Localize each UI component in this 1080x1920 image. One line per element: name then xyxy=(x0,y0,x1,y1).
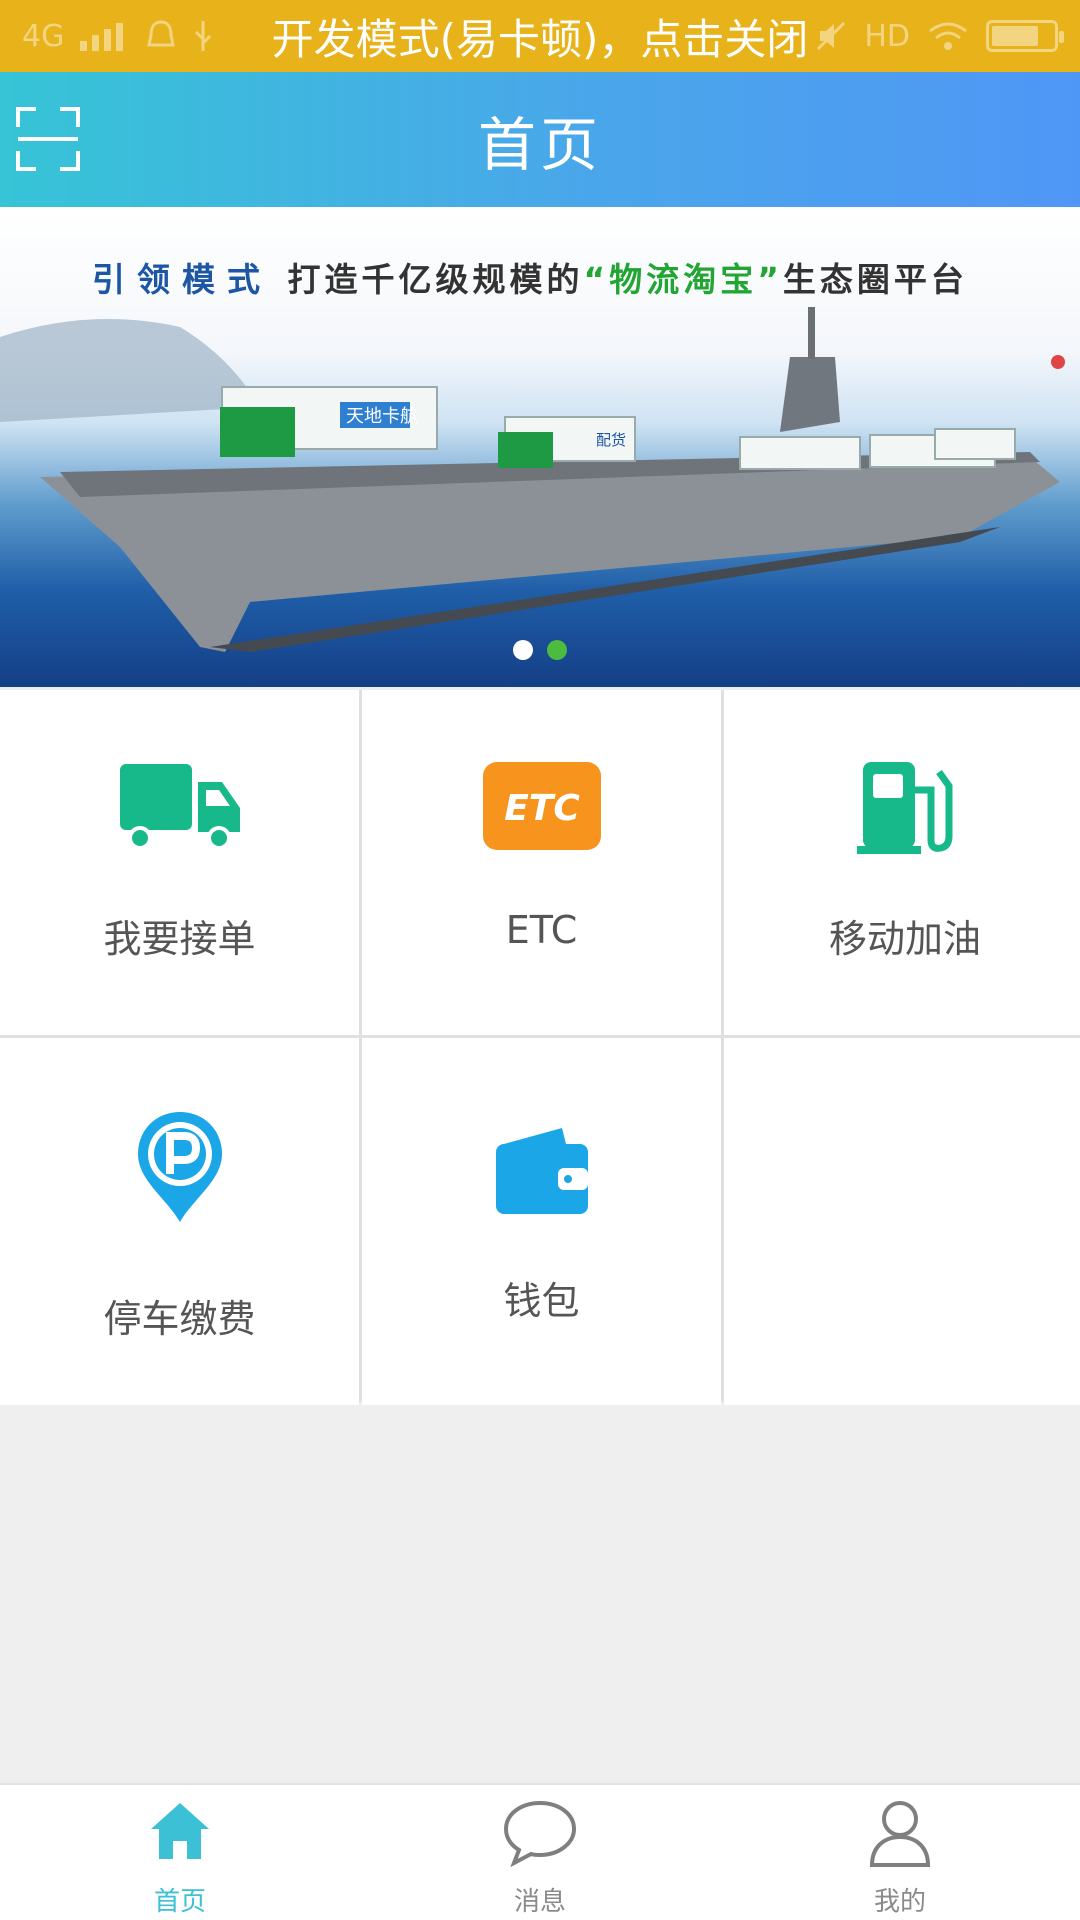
truck-icon xyxy=(119,764,240,850)
slogan-green: “物流淘宝” xyxy=(583,260,783,299)
service-parking-payment[interactable]: 停车缴费 xyxy=(0,1038,359,1405)
service-label: 钱包 xyxy=(503,1279,580,1323)
chat-bubble-icon xyxy=(503,1800,577,1867)
battery-icon xyxy=(986,20,1064,52)
scan-icon[interactable] xyxy=(14,105,82,173)
app-header: 首页 xyxy=(0,72,1080,207)
fuel-pump-icon xyxy=(857,762,953,854)
service-etc[interactable]: ETC ETC xyxy=(362,690,721,1035)
service-label: 停车缴费 xyxy=(103,1297,256,1341)
page-title: 首页 xyxy=(477,110,602,179)
bottom-nav: 首页 消息 我的 xyxy=(0,1783,1080,1920)
etc-icon: ETC xyxy=(482,762,601,850)
service-label: 我要接单 xyxy=(103,917,256,961)
promo-banner[interactable]: 天地卡航 配货 引领模式 打造千亿级规模的“物流淘宝”生态圈平台 xyxy=(0,207,1080,687)
parking-pin-icon xyxy=(137,1112,222,1222)
hd-label: HD xyxy=(864,18,910,54)
carousel-dot-active[interactable] xyxy=(547,640,567,660)
service-label: ETC xyxy=(505,908,578,952)
nav-profile[interactable]: 我的 xyxy=(720,1785,1080,1920)
nav-home[interactable]: 首页 xyxy=(0,1785,360,1920)
banner-slogan: 引领模式 打造千亿级规模的“物流淘宝”生态圈平台 xyxy=(92,253,1070,301)
status-bar[interactable]: 4G 开发模式(易卡顿)，点击关闭 HD xyxy=(0,0,1080,72)
wifi-icon xyxy=(929,22,967,50)
etc-icon-text: ETC xyxy=(504,788,580,829)
service-take-orders[interactable]: 我要接单 xyxy=(0,690,359,1035)
slogan-end: 生态圈平台 xyxy=(782,260,968,299)
service-label: 移动加油 xyxy=(828,917,981,961)
service-empty-slot xyxy=(724,1038,1080,1405)
home-icon xyxy=(151,1803,209,1859)
home-page: 4G 开发模式(易卡顿)，点击关闭 HD 首页 天地卡航 配货 引领模式 打造千… xyxy=(0,0,1080,1920)
wallet-icon xyxy=(495,1128,588,1214)
service-wallet[interactable]: 钱包 xyxy=(362,1038,721,1405)
carousel-indicator xyxy=(0,640,1080,660)
nav-messages[interactable]: 消息 xyxy=(360,1785,720,1920)
nav-label: 我的 xyxy=(873,1887,926,1917)
slogan-middle: 打造千亿级规模的 xyxy=(287,260,584,299)
status-right-icons: HD xyxy=(816,0,1064,72)
nav-label: 首页 xyxy=(153,1887,206,1917)
mute-icon xyxy=(817,21,846,51)
truck-logo-2: 配货 xyxy=(596,431,626,449)
slogan-blue: 引领模式 xyxy=(92,260,272,299)
carousel-dot[interactable] xyxy=(513,640,533,660)
user-icon xyxy=(869,1801,931,1867)
truck-logo-1: 天地卡航 xyxy=(346,406,418,427)
nav-label: 消息 xyxy=(513,1887,566,1917)
service-grid: 我要接单 ETC ETC 移动加油 停车缴费 钱包 xyxy=(0,690,1080,1405)
service-mobile-refuel[interactable]: 移动加油 xyxy=(724,690,1080,1035)
